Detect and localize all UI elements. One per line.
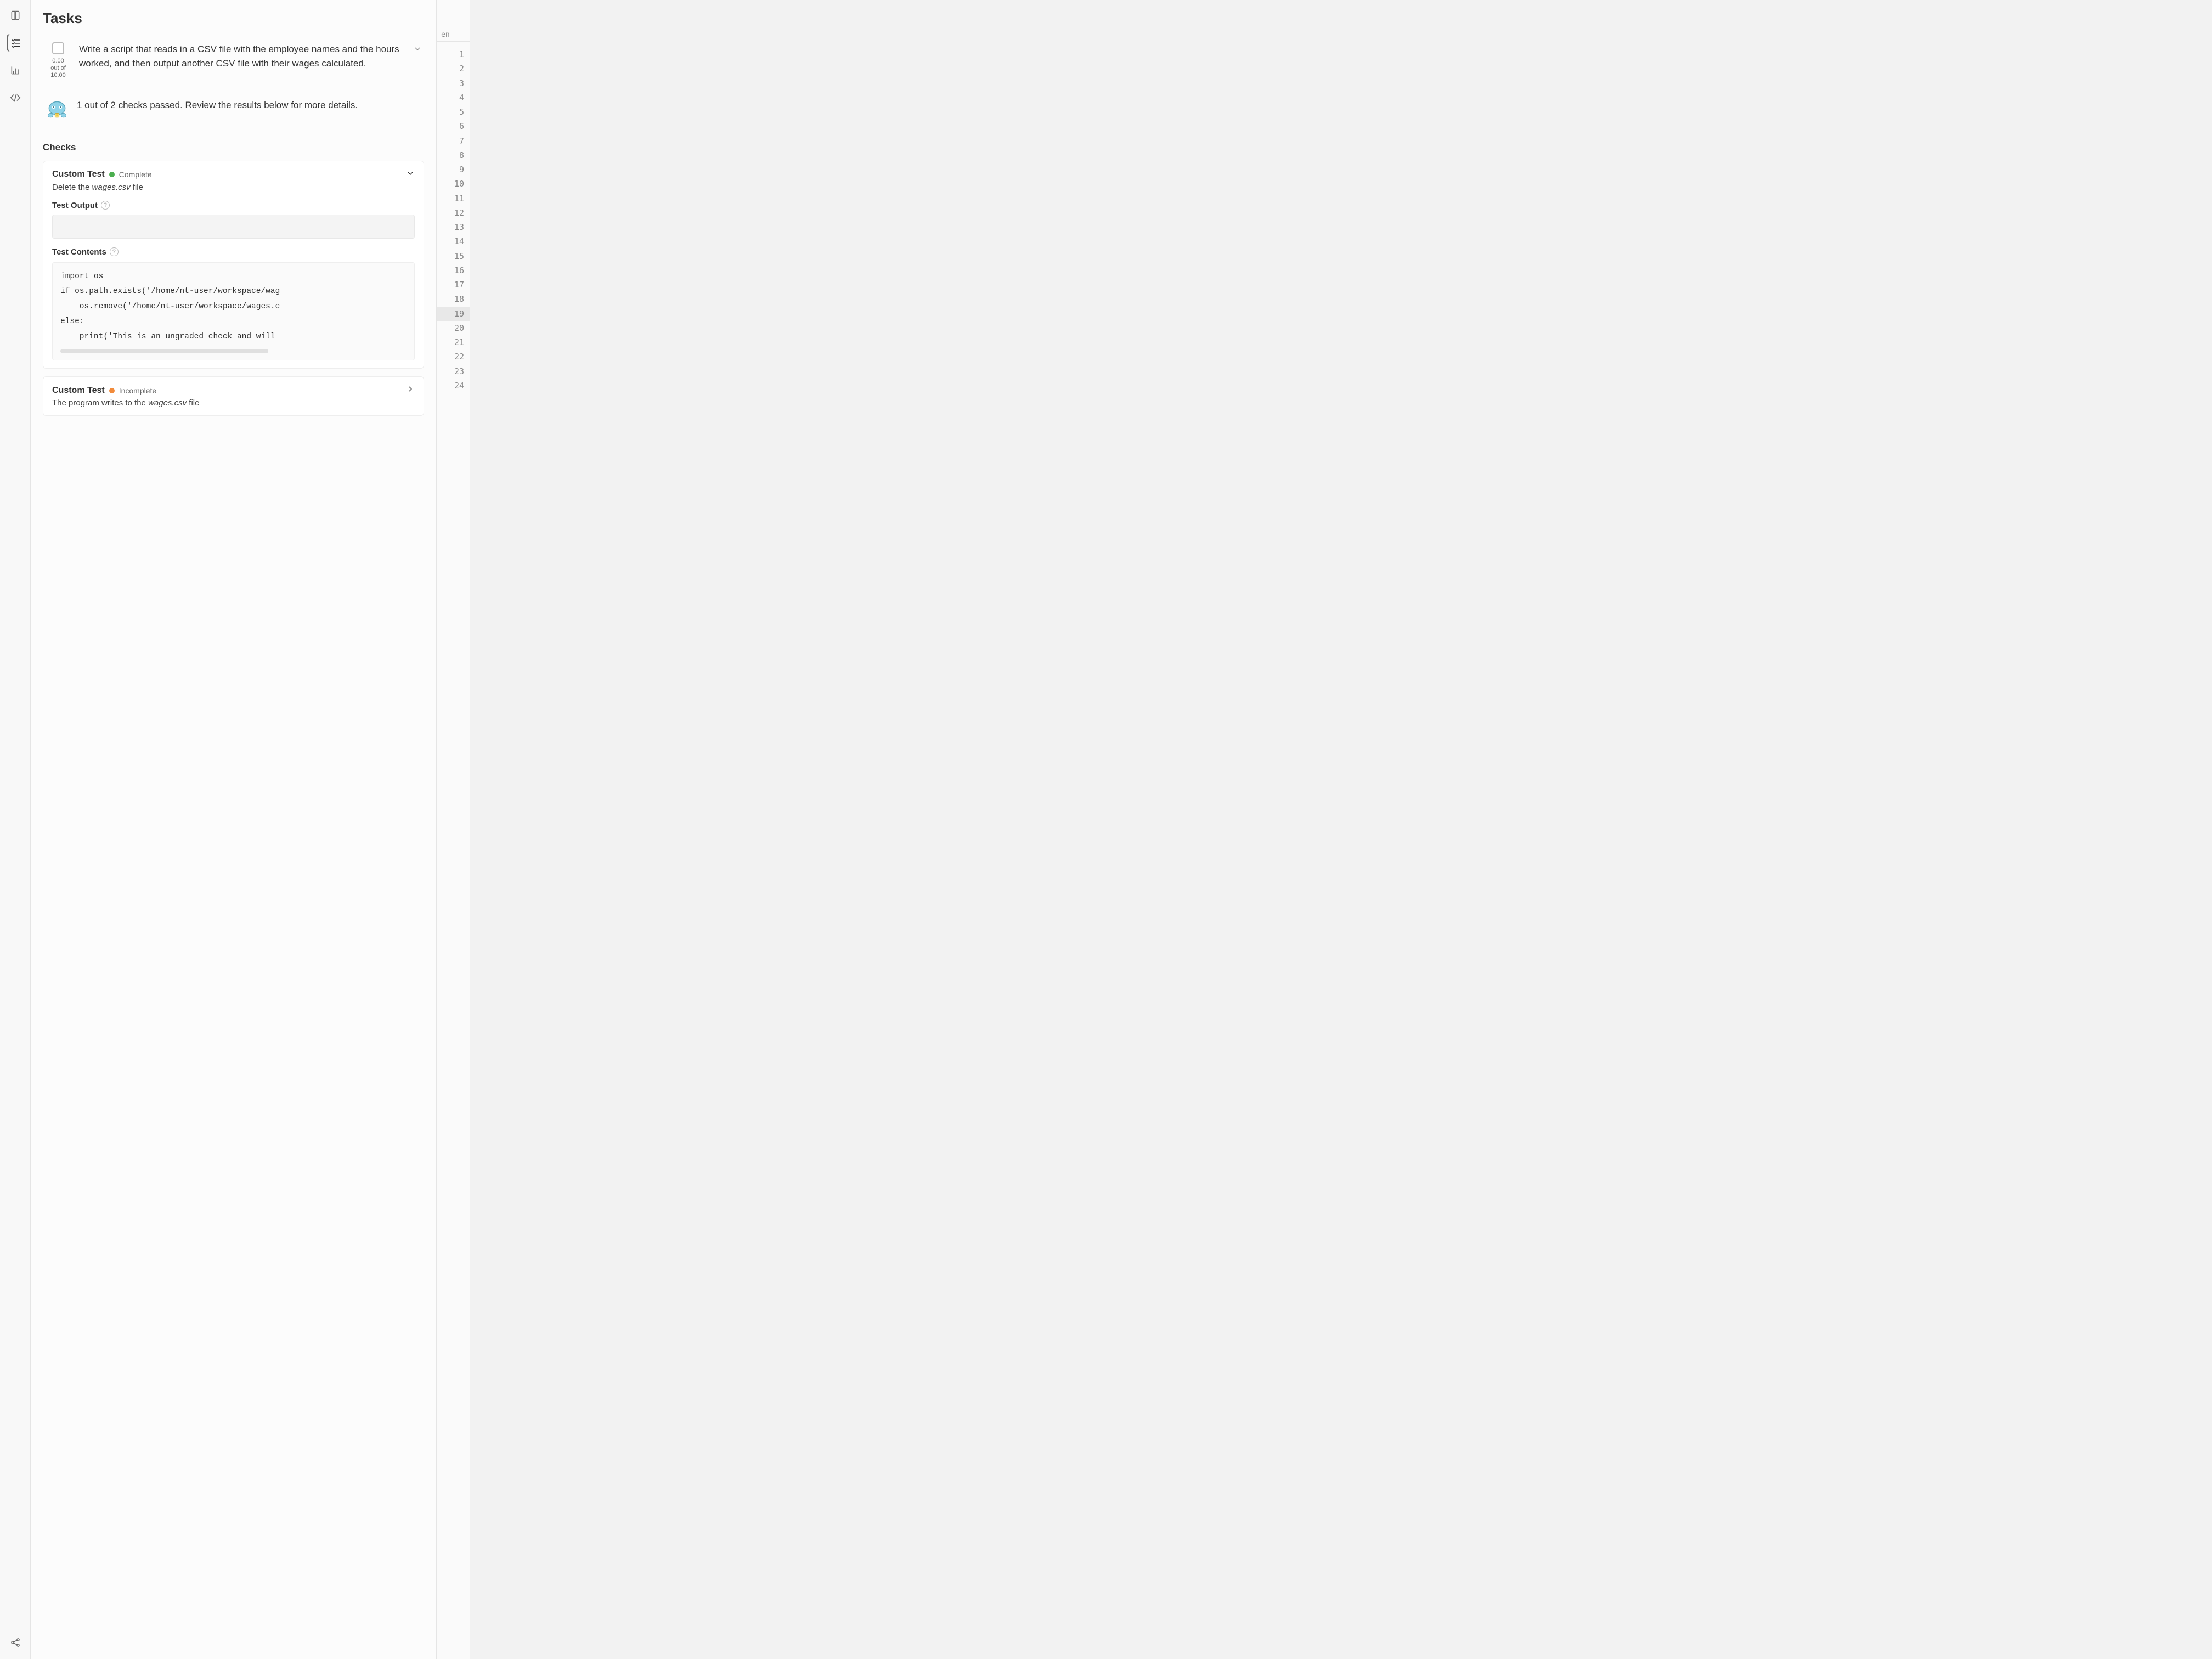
- check-card-header[interactable]: Custom Test Incomplete: [52, 385, 415, 396]
- test-output-box: [52, 215, 415, 239]
- status-label: Incomplete: [119, 386, 156, 395]
- chevron-right-icon[interactable]: [406, 385, 415, 396]
- horizontal-scrollbar[interactable]: [60, 349, 268, 353]
- line-number: 4: [437, 91, 470, 105]
- chevron-down-icon[interactable]: [413, 42, 422, 56]
- check-subtitle: Delete the wages.csv file: [52, 183, 415, 192]
- left-sidebar: [0, 0, 31, 1659]
- line-number: 3: [437, 76, 470, 91]
- book-icon[interactable]: [7, 7, 24, 24]
- line-number: 8: [437, 148, 470, 162]
- code-line: import os: [60, 272, 103, 281]
- share-icon[interactable]: [7, 1634, 24, 1651]
- chart-icon[interactable]: [7, 61, 24, 79]
- score-total: 10.00: [50, 72, 66, 78]
- line-number: 24: [437, 379, 470, 393]
- checklist-icon[interactable]: [7, 34, 24, 52]
- test-contents-code: import os if os.path.exists('/home/nt-us…: [52, 262, 415, 361]
- status-dot-incomplete: [109, 388, 115, 393]
- task-score-block: 0.00 out of 10.00: [45, 42, 71, 80]
- line-number: 17: [437, 278, 470, 292]
- code-line: if os.path.exists('/home/nt-user/workspa…: [60, 287, 280, 296]
- editor-tab[interactable]: en: [437, 29, 470, 42]
- help-icon[interactable]: ?: [101, 201, 110, 210]
- help-icon[interactable]: ?: [110, 247, 119, 256]
- line-number: 18: [437, 292, 470, 306]
- line-number: 6: [437, 119, 470, 133]
- tasks-panel: Tasks 0.00 out of 10.00 Write a script t…: [31, 0, 437, 1659]
- line-number: 1: [437, 47, 470, 61]
- line-number: 14: [437, 234, 470, 249]
- code-line: else:: [60, 317, 84, 326]
- check-card-header[interactable]: Custom Test Complete: [52, 169, 415, 180]
- panel-title: Tasks: [43, 10, 424, 27]
- line-number: 20: [437, 321, 470, 335]
- line-number: 22: [437, 349, 470, 364]
- line-number: 12: [437, 206, 470, 220]
- line-number: 15: [437, 249, 470, 263]
- chevron-down-icon[interactable]: [406, 169, 415, 180]
- bot-icon: [45, 98, 69, 122]
- code-line: os.remove('/home/nt-user/workspace/wages…: [60, 302, 280, 311]
- test-contents-heading: Test Contents ?: [52, 247, 415, 257]
- line-number: 21: [437, 335, 470, 349]
- result-message: 1 out of 2 checks passed. Review the res…: [77, 98, 358, 112]
- code-line: print('This is an ungraded check and wil…: [60, 332, 275, 341]
- score-value: 0.00: [52, 58, 64, 64]
- line-number: 19: [437, 307, 470, 321]
- check-card-incomplete: Custom Test Incomplete The program write…: [43, 376, 424, 416]
- task-description: Write a script that reads in a CSV file …: [79, 42, 405, 70]
- line-number: 2: [437, 61, 470, 76]
- editor-gutter: en 1 2 3 4 5 6 7 8 9 10 11 12 13 14 15 1…: [437, 0, 470, 1659]
- line-number: 23: [437, 364, 470, 379]
- task-item[interactable]: 0.00 out of 10.00 Write a script that re…: [43, 37, 424, 85]
- result-row: 1 out of 2 checks passed. Review the res…: [43, 92, 424, 129]
- line-number: 11: [437, 191, 470, 206]
- line-number: 5: [437, 105, 470, 119]
- check-title: Custom Test: [52, 170, 105, 179]
- line-number: 7: [437, 134, 470, 148]
- check-subtitle: The program writes to the wages.csv file: [52, 398, 415, 408]
- check-card-complete: Custom Test Complete Delete the wages.cs…: [43, 161, 424, 369]
- line-number: 9: [437, 162, 470, 177]
- status-label: Complete: [119, 170, 152, 179]
- line-number: 13: [437, 220, 470, 234]
- line-number: 16: [437, 263, 470, 278]
- test-output-heading: Test Output ?: [52, 201, 415, 210]
- code-icon[interactable]: [7, 89, 24, 106]
- task-score: 0.00 out of 10.00: [50, 58, 66, 80]
- check-title: Custom Test: [52, 386, 105, 396]
- task-checkbox[interactable]: [52, 42, 64, 54]
- line-number: 10: [437, 177, 470, 191]
- status-dot-complete: [109, 172, 115, 177]
- checks-heading: Checks: [43, 142, 424, 153]
- score-outof: out of: [50, 65, 66, 71]
